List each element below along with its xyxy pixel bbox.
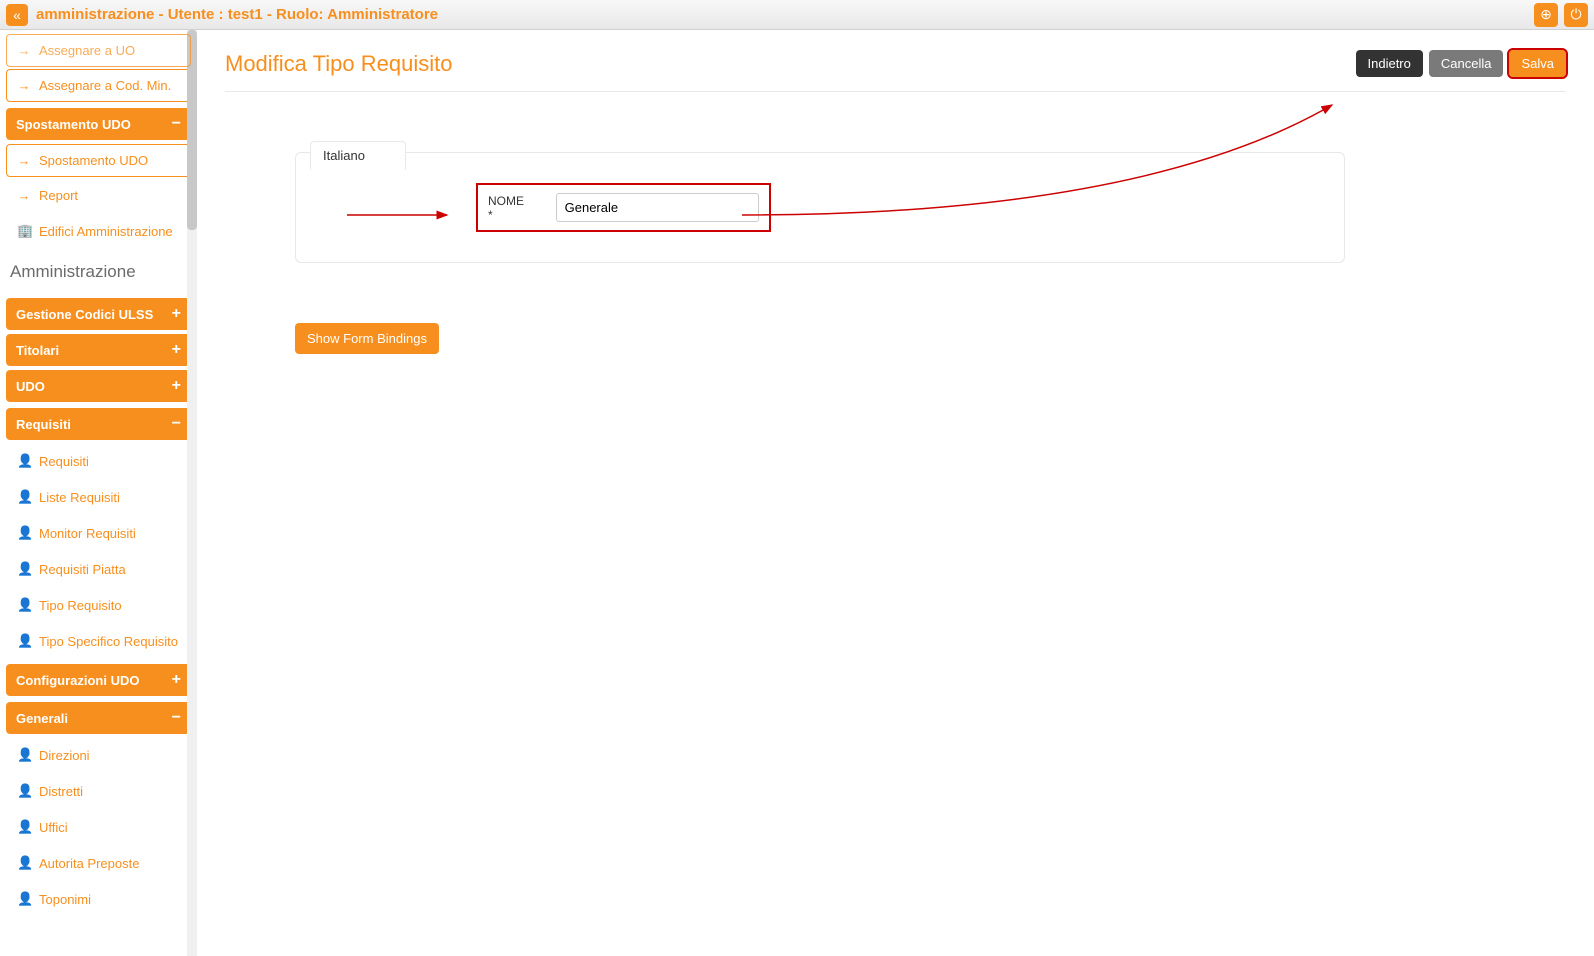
- nome-field-row: NOME *: [476, 183, 771, 232]
- sidebar-item-label: Edifici Amministrazione: [39, 224, 173, 239]
- sidebar-item-label: Toponimi: [39, 892, 91, 907]
- sidebar-item-tipo-requisito[interactable]: 👤 Tipo Requisito: [6, 588, 191, 622]
- sidebar-header-udo[interactable]: UDO +: [6, 370, 191, 402]
- user-edit-icon: 👤: [17, 747, 31, 763]
- tab-italiano[interactable]: Italiano: [310, 141, 406, 170]
- app-header: « amministrazione - Utente : test1 - Ruo…: [0, 0, 1594, 30]
- minus-icon: −: [172, 115, 181, 133]
- power-button[interactable]: ⏻: [1564, 3, 1588, 27]
- sidebar-item-label: Uffici: [39, 820, 68, 835]
- sidebar-header-label: Titolari: [16, 343, 59, 358]
- sidebar-item-label: Requisiti Piatta: [39, 562, 126, 577]
- sidebar-header-config-udo[interactable]: Configurazioni UDO +: [6, 664, 191, 696]
- main-content: Modifica Tipo Requisito Indietro Cancell…: [197, 30, 1594, 956]
- arrow-right-icon: →: [17, 153, 31, 168]
- arrow-right-icon: →: [17, 188, 31, 203]
- sidebar-item-label: Liste Requisiti: [39, 490, 120, 505]
- sidebar: → Assegnare a UO → Assegnare a Cod. Min.…: [0, 30, 197, 956]
- sidebar-scrollbar[interactable]: [187, 30, 197, 956]
- sidebar-header-label: Configurazioni UDO: [16, 673, 140, 688]
- sidebar-item-monitor-requisiti[interactable]: 👤 Monitor Requisiti: [6, 516, 191, 550]
- sidebar-header-titolari[interactable]: Titolari +: [6, 334, 191, 366]
- plus-icon: +: [172, 377, 181, 395]
- arrow-right-icon: →: [17, 43, 31, 58]
- cancel-button[interactable]: Cancella: [1429, 50, 1504, 77]
- sidebar-item-direzioni[interactable]: 👤 Direzioni: [6, 738, 191, 772]
- sidebar-item-uffici[interactable]: 👤 Uffici: [6, 810, 191, 844]
- globe-icon: ⊕: [1540, 6, 1552, 23]
- arrow-right-icon: →: [17, 78, 31, 93]
- sidebar-header-generali[interactable]: Generali −: [6, 702, 191, 734]
- chevron-left-icon: «: [13, 7, 21, 23]
- sidebar-item-requisiti-piatta[interactable]: 👤 Requisiti Piatta: [6, 552, 191, 586]
- minus-icon: −: [172, 709, 181, 727]
- sidebar-header-codici[interactable]: Gestione Codici ULSS +: [6, 298, 191, 330]
- sidebar-item-report[interactable]: → Report: [6, 179, 191, 212]
- sidebar-item-label: Tipo Specifico Requisito: [39, 634, 178, 649]
- sidebar-item-label: Assegnare a UO: [39, 43, 135, 58]
- sidebar-item-requisiti[interactable]: 👤 Requisiti: [6, 444, 191, 478]
- sidebar-item-label: Autorita Preposte: [39, 856, 139, 871]
- sidebar-item-label: Tipo Requisito: [39, 598, 122, 613]
- sidebar-item-edifici[interactable]: 🏢 Edifici Amministrazione: [6, 214, 191, 248]
- sidebar-item-autorita[interactable]: 👤 Autorita Preposte: [6, 846, 191, 880]
- back-button[interactable]: Indietro: [1356, 50, 1423, 77]
- sidebar-header-label: Generali: [16, 711, 68, 726]
- user-edit-icon: 👤: [17, 783, 31, 799]
- sidebar-item-liste-requisiti[interactable]: 👤 Liste Requisiti: [6, 480, 191, 514]
- sidebar-header-label: Requisiti: [16, 417, 71, 432]
- user-edit-icon: 👤: [17, 453, 31, 469]
- building-icon: 🏢: [17, 223, 31, 239]
- sidebar-item-label: Distretti: [39, 784, 83, 799]
- sidebar-item-assegnare-uo[interactable]: → Assegnare a UO: [6, 34, 191, 67]
- user-edit-icon: 👤: [17, 819, 31, 835]
- globe-button[interactable]: ⊕: [1534, 3, 1558, 27]
- sidebar-item-label: Requisiti: [39, 454, 89, 469]
- page-title: Modifica Tipo Requisito: [225, 51, 452, 77]
- sidebar-item-label: Direzioni: [39, 748, 90, 763]
- sidebar-header-requisiti[interactable]: Requisiti −: [6, 408, 191, 440]
- sidebar-item-assegnare-codmin[interactable]: → Assegnare a Cod. Min.: [6, 69, 191, 102]
- sidebar-header-label: Spostamento UDO: [16, 117, 131, 132]
- plus-icon: +: [172, 341, 181, 359]
- plus-icon: +: [172, 305, 181, 323]
- user-edit-icon: 👤: [17, 561, 31, 577]
- sidebar-item-distretti[interactable]: 👤 Distretti: [6, 774, 191, 808]
- header-title: amministrazione - Utente : test1 - Ruolo…: [36, 6, 438, 23]
- form-card: Italiano NOME *: [295, 152, 1345, 263]
- sidebar-item-toponimi[interactable]: 👤 Toponimi: [6, 882, 191, 916]
- sidebar-header-label: UDO: [16, 379, 45, 394]
- save-button[interactable]: Salva: [1509, 50, 1566, 77]
- sidebar-section-title: Amministrazione: [6, 250, 191, 292]
- plus-icon: +: [172, 671, 181, 689]
- user-edit-icon: 👤: [17, 489, 31, 505]
- sidebar-item-label: Monitor Requisiti: [39, 526, 136, 541]
- user-edit-icon: 👤: [17, 525, 31, 541]
- sidebar-item-label: Assegnare a Cod. Min.: [39, 78, 171, 93]
- user-edit-icon: 👤: [17, 855, 31, 871]
- minus-icon: −: [172, 415, 181, 433]
- collapse-sidebar-button[interactable]: «: [6, 4, 28, 26]
- sidebar-header-label: Gestione Codici ULSS: [16, 307, 153, 322]
- nome-label: NOME *: [488, 194, 532, 222]
- show-form-bindings-button[interactable]: Show Form Bindings: [295, 323, 439, 354]
- user-edit-icon: 👤: [17, 597, 31, 613]
- sidebar-item-label: Report: [39, 188, 78, 203]
- sidebar-item-label: Spostamento UDO: [39, 153, 148, 168]
- user-edit-icon: 👤: [17, 891, 31, 907]
- power-icon: ⏻: [1570, 6, 1581, 23]
- sidebar-item-tipo-specifico-requisito[interactable]: 👤 Tipo Specifico Requisito: [6, 624, 191, 658]
- sidebar-item-spostamento-udo[interactable]: → Spostamento UDO: [6, 144, 191, 177]
- nome-input[interactable]: [556, 193, 759, 222]
- user-edit-icon: 👤: [17, 633, 31, 649]
- sidebar-header-spostamento[interactable]: Spostamento UDO −: [6, 108, 191, 140]
